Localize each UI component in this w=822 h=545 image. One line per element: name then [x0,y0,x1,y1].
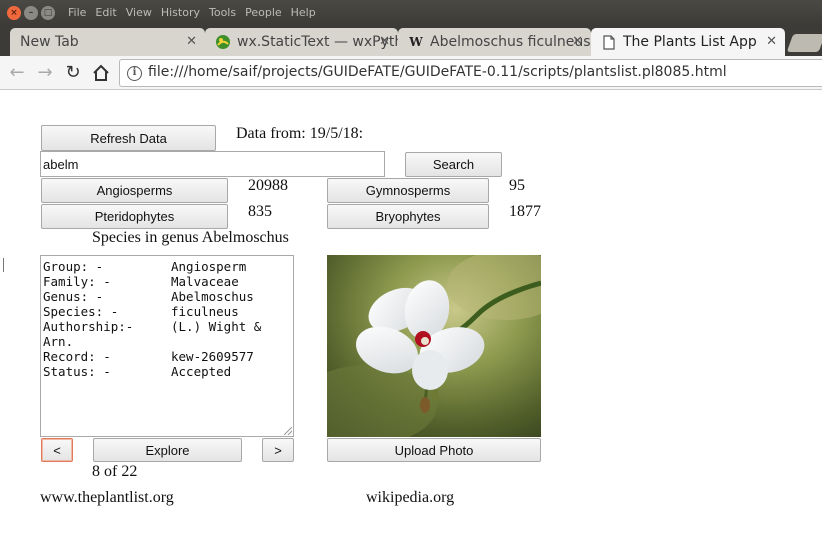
tab-new-tab[interactable]: New Tab ✕ [10,28,205,56]
new-tab-button[interactable] [786,34,822,52]
tab-title: wx.StaticText — wxPython [237,34,398,50]
menu-history[interactable]: History [161,6,200,19]
detail-row: Family: - Malvaceae [43,274,291,289]
menu-tools[interactable]: Tools [209,6,236,19]
tab-close-icon[interactable]: ✕ [379,34,390,49]
detail-value: Abelmoschus [171,289,254,304]
menu-bar: File Edit View History Tools People Help [68,6,316,19]
tab-title: New Tab [20,34,79,50]
detail-value [171,334,291,349]
search-input[interactable] [40,151,385,177]
theplantlist-link[interactable]: www.theplantlist.org [40,489,174,507]
tab-close-icon[interactable]: ✕ [572,34,583,49]
explore-button[interactable]: Explore [93,438,242,462]
detail-value: ficulneus [171,304,239,319]
menu-help[interactable]: Help [291,6,316,19]
angiosperms-button[interactable]: Angiosperms [41,178,228,203]
angiosperms-count: 20988 [248,177,288,194]
text-caret [3,258,4,272]
pteridophytes-button[interactable]: Pteridophytes [41,204,228,229]
menu-view[interactable]: View [126,6,152,19]
gymnosperms-count: 95 [509,177,525,194]
tab-wxstatictext[interactable]: wx.StaticText — wxPython ✕ [205,28,398,56]
plant-photo [327,255,541,437]
detail-row: Authorship:- (L.) Wight & [43,319,291,334]
detail-row: Species: - ficulneus [43,304,291,319]
data-from-label: Data from: 19/5/18: [236,125,364,142]
reload-icon[interactable]: ↻ [62,62,84,84]
window-minimize-button[interactable]: – [24,6,38,20]
gymnosperms-button[interactable]: Gymnosperms [327,178,489,203]
detail-row: Genus: - Abelmoschus [43,289,291,304]
detail-key: Group: - [43,259,104,274]
pteridophytes-count: 835 [248,203,272,220]
upload-photo-button[interactable]: Upload Photo [327,438,541,462]
detail-key: Authorship:- [43,319,134,334]
detail-row: Record: - kew-2609577 [43,349,291,364]
next-button[interactable]: > [262,438,294,462]
resize-grip-icon[interactable] [284,427,292,435]
url-text: file:///home/saif/projects/GUIDeFATE/GUI… [148,64,727,80]
tab-close-icon[interactable]: ✕ [186,34,197,49]
menu-edit[interactable]: Edit [95,6,116,19]
tab-close-icon[interactable]: ✕ [766,34,777,49]
wikipedia-w-icon: W [409,35,423,49]
refresh-data-button[interactable]: Refresh Data [41,125,216,151]
detail-row: Arn. [43,334,291,349]
detail-value: Accepted [171,364,232,379]
document-icon [601,34,617,50]
wxpython-snake-icon [215,34,231,50]
detail-value: (L.) Wight & [171,319,262,334]
tab-title: The Plants List App [623,34,757,50]
detail-key: Arn. [43,334,74,349]
species-details-textarea[interactable]: Group: - Angiosperm Family: - Malvaceae Ge… [40,255,294,437]
back-arrow-icon[interactable]: ← [6,62,28,84]
search-button[interactable]: Search [405,152,502,177]
detail-key: Family: - [43,274,111,289]
wikipedia-link[interactable]: wikipedia.org [366,489,454,507]
bryophytes-button[interactable]: Bryophytes [327,204,489,229]
browser-toolbar: ← → ↻ i file:///home/saif/projects/GUIDe… [0,56,822,90]
detail-key: Species: - [43,304,119,319]
bryophytes-count: 1877 [509,203,541,220]
menu-people[interactable]: People [245,6,282,19]
record-counter: 8 of 22 [92,463,138,480]
tab-plants-list-app[interactable]: The Plants List App ✕ [591,28,785,56]
detail-key: Genus: - [43,289,104,304]
previous-button[interactable]: < [41,438,73,462]
species-heading: Species in genus Abelmoschus [92,229,289,246]
tab-abelmoschus[interactable]: W Abelmoschus ficulneus ✕ [398,28,591,56]
detail-row: Status: - Accepted [43,364,291,379]
tab-title: Abelmoschus ficulneus [430,34,591,50]
home-icon[interactable] [90,62,112,84]
info-icon[interactable]: i [127,66,142,81]
detail-key: Status: - [43,364,111,379]
window-titlebar: × – □ File Edit View History Tools Peopl… [0,0,822,26]
detail-key: Record: - [43,349,111,364]
menu-file[interactable]: File [68,6,86,19]
detail-row: Group: - Angiosperm [43,259,291,274]
address-bar[interactable]: i file:///home/saif/projects/GUIDeFATE/G… [119,59,822,87]
forward-arrow-icon[interactable]: → [34,62,56,84]
window-close-button[interactable]: × [7,6,21,20]
detail-value: kew-2609577 [171,349,254,364]
window-maximize-button[interactable]: □ [41,6,55,20]
tab-strip: New Tab ✕ wx.StaticText — wxPython ✕ W A… [0,26,822,56]
detail-value: Malvaceae [171,274,239,289]
detail-value: Angiosperm [171,259,247,274]
